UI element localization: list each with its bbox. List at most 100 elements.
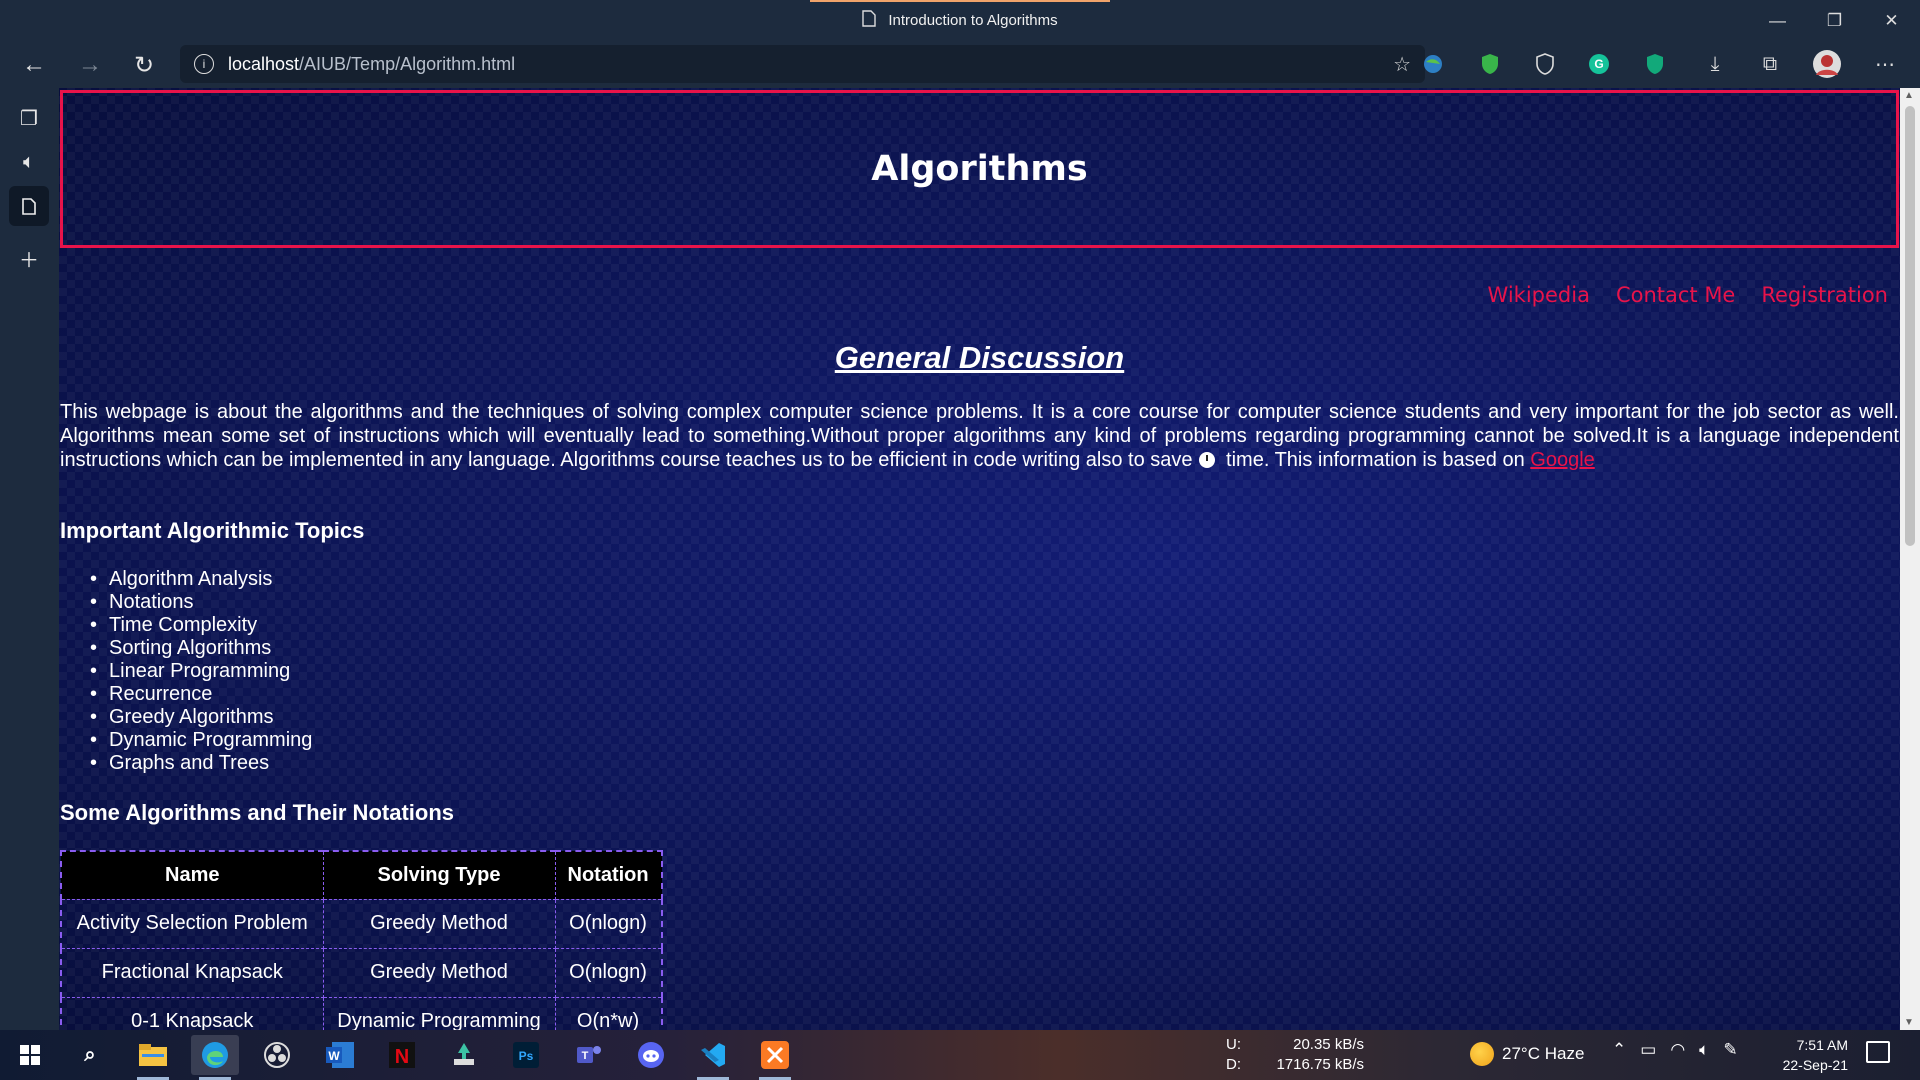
arrow-right-icon: →: [78, 51, 102, 78]
topics-heading: Important Algorithmic Topics: [60, 518, 365, 543]
table-cell: Fractional Knapsack: [60, 947, 324, 998]
url-host: localhost: [228, 53, 300, 74]
vscode-icon[interactable]: [689, 1035, 737, 1080]
nav-link-registration[interactable]: Registration: [1761, 283, 1888, 307]
new-tab-icon[interactable]: ＋: [9, 238, 49, 278]
xampp-icon[interactable]: [751, 1035, 799, 1080]
arrow-left-icon: ←: [22, 51, 46, 78]
nav-link-contact[interactable]: Contact Me: [1616, 283, 1735, 307]
volume-icon[interactable]: 🔈︎: [1699, 1040, 1709, 1060]
list-item: Linear Programming: [90, 660, 312, 683]
weather-widget[interactable]: 27°C Haze: [1470, 1042, 1584, 1066]
forward-button[interactable]: →: [72, 47, 108, 83]
windows-start-icon[interactable]: [6, 1035, 54, 1075]
taskbar-clock[interactable]: 7:51 AM 22-Sep-21: [1770, 1035, 1848, 1075]
more-menu-icon[interactable]: ⋯: [1870, 49, 1900, 79]
refresh-icon: ↻: [133, 51, 155, 79]
list-item: Time Complexity: [90, 614, 312, 637]
browser-toolbar: ← → ↻ i localhost/AIUB/Temp/Algorithm.ht…: [0, 41, 1920, 88]
table-heading: Some Algorithms and Their Notations: [60, 800, 454, 825]
browser-tab[interactable]: Introduction to Algorithms: [810, 0, 1110, 41]
extension-globe-icon[interactable]: [1418, 49, 1448, 79]
table-cell: O(nlogn): [554, 947, 663, 998]
intro-paragraph: This webpage is about the algorithms and…: [60, 400, 1899, 472]
windows-taskbar: ⌕ W N Ps T U: 20.35 kB/s D: 1716.75 kB/s…: [0, 1030, 1920, 1080]
system-tray: ⌃ ▭ ◠ 🔈︎ ✎: [1612, 1040, 1738, 1060]
download-value: 1716.75 kB/s: [1276, 1056, 1364, 1073]
tab-actions-icon[interactable]: ❐: [9, 98, 49, 138]
url-path: /AIUB/Temp/Algorithm.html: [299, 53, 516, 74]
page-scrollbar[interactable]: ▲ ▼: [1900, 88, 1920, 1030]
battery-icon[interactable]: ▭: [1640, 1040, 1656, 1060]
nav-link-wikipedia[interactable]: Wikipedia: [1488, 283, 1590, 307]
refresh-button[interactable]: ↻: [126, 47, 162, 83]
restore-button[interactable]: ❐: [1806, 0, 1863, 41]
list-item: Recurrence: [90, 683, 312, 706]
chevron-up-icon[interactable]: ⌃: [1612, 1040, 1626, 1060]
list-item: Greedy Algorithms: [90, 706, 312, 729]
table-row: Fractional Knapsack Greedy Method O(nlog…: [60, 947, 663, 998]
scroll-thumb[interactable]: [1905, 106, 1915, 546]
weather-text: 27°C Haze: [1502, 1044, 1585, 1063]
list-item: Sorting Algorithms: [90, 637, 312, 660]
back-button[interactable]: ←: [16, 47, 52, 83]
download-icon[interactable]: ⤓: [1700, 49, 1730, 79]
table-cell: O(n*w): [554, 996, 663, 1030]
word-icon[interactable]: W: [316, 1035, 364, 1075]
column-header-notation: Notation: [554, 850, 663, 900]
grammarly-icon[interactable]: G: [1584, 49, 1614, 79]
vertical-tabs-sidebar: ❐ 🔈︎ ＋: [0, 88, 59, 1030]
shield-green-icon[interactable]: [1475, 49, 1505, 79]
svg-text:T: T: [582, 1050, 589, 1062]
google-link[interactable]: Google: [1530, 449, 1595, 471]
shield-outline-icon[interactable]: [1530, 49, 1560, 79]
shield-check-icon[interactable]: [1640, 49, 1670, 79]
favorite-star-icon[interactable]: ☆: [1393, 52, 1411, 77]
discord-icon[interactable]: [627, 1035, 675, 1075]
table-row: Activity Selection Problem Greedy Method…: [60, 898, 663, 949]
close-button[interactable]: ✕: [1863, 0, 1920, 41]
table-cell: Dynamic Programming: [322, 996, 556, 1030]
obs-icon[interactable]: [253, 1035, 301, 1075]
table-cell: Greedy Method: [322, 898, 556, 949]
teams-icon[interactable]: T: [565, 1035, 613, 1075]
table-row: 0-1 Knapsack Dynamic Programming O(n*w): [60, 996, 663, 1030]
page-tab-icon[interactable]: [9, 186, 49, 226]
tab-title: Introduction to Algorithms: [888, 12, 1058, 29]
notification-center-icon[interactable]: [1866, 1041, 1890, 1063]
photoshop-icon[interactable]: Ps: [502, 1035, 550, 1075]
page-icon: [862, 10, 877, 31]
avatar[interactable]: [1812, 49, 1842, 79]
wifi-icon[interactable]: ◠: [1670, 1040, 1685, 1060]
weather-sun-icon: [1470, 1042, 1494, 1066]
scroll-up-icon[interactable]: ▲: [1904, 90, 1914, 101]
pen-icon[interactable]: ✎: [1723, 1040, 1737, 1060]
column-header-solving-type: Solving Type: [322, 850, 556, 900]
collections-icon[interactable]: ⧉: [1755, 49, 1785, 79]
page-header: Algorithms: [60, 90, 1899, 248]
audio-icon[interactable]: 🔈︎: [9, 142, 49, 182]
list-item: Dynamic Programming: [90, 729, 312, 752]
scroll-down-icon[interactable]: ▼: [1904, 1017, 1914, 1028]
browser-title-bar: Introduction to Algorithms — ❐ ✕: [0, 0, 1920, 41]
svg-text:G: G: [1594, 57, 1603, 71]
download-label: D:: [1226, 1056, 1241, 1073]
network-speed-meter: U: 20.35 kB/s D: 1716.75 kB/s: [1226, 1035, 1364, 1075]
upload-label: U:: [1226, 1036, 1241, 1053]
netflix-icon[interactable]: N: [378, 1035, 426, 1075]
svg-text:Ps: Ps: [519, 1049, 534, 1063]
clock-icon: [1198, 452, 1215, 468]
edge-browser-icon[interactable]: [191, 1035, 239, 1080]
web-page: Algorithms Wikipedia Contact Me Registra…: [59, 88, 1900, 1030]
clock-date: 22-Sep-21: [1782, 1057, 1848, 1073]
installer-icon[interactable]: [440, 1035, 488, 1075]
section-title: General Discussion: [834, 340, 1125, 375]
top-navigation: Wikipedia Contact Me Registration: [1488, 283, 1888, 307]
address-bar[interactable]: i localhost/AIUB/Temp/Algorithm.html ☆: [180, 45, 1425, 83]
list-item: Algorithm Analysis: [90, 568, 312, 591]
algorithms-table: Name Solving Type Notation Activity Sele…: [60, 850, 663, 1030]
search-icon[interactable]: ⌕: [66, 1035, 114, 1075]
minimize-button[interactable]: —: [1749, 0, 1806, 41]
file-explorer-icon[interactable]: [129, 1035, 177, 1080]
table-cell: Greedy Method: [322, 947, 556, 998]
